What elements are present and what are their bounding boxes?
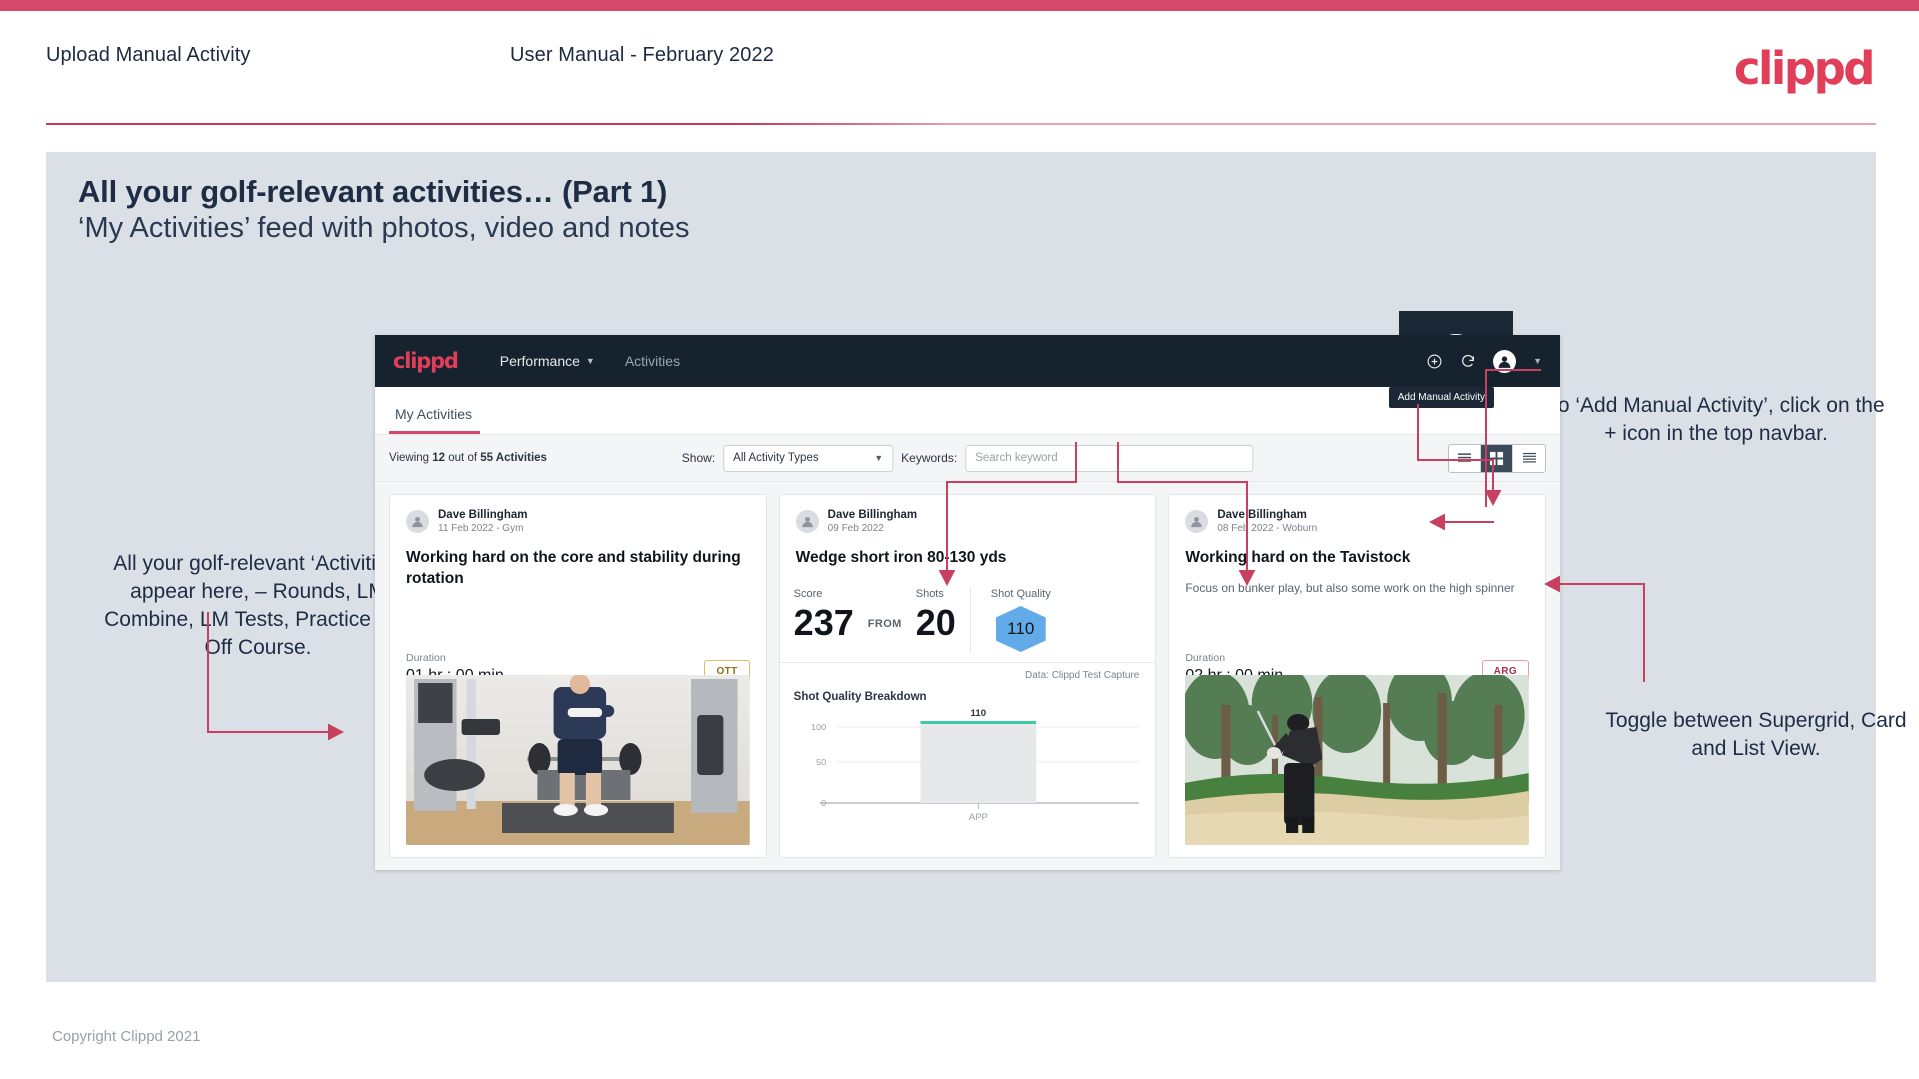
tab-my-activities[interactable]: My Activities [389,406,481,434]
card-user-name: Dave Billingham [1217,509,1307,521]
activity-card-grid: Dave Billingham 11 Feb 2022 - Gym Workin… [375,482,1560,870]
card-meta: 09 Feb 2022 [827,523,884,534]
card-title: Working hard on the core and stability d… [406,549,741,587]
shot-quality-breakdown-chart: Shot Quality Breakdown 110 100 50 0 APP [780,681,1156,830]
card-user-name: Dave Billingham [827,509,918,521]
search-input[interactable]: Search keyword [965,444,1254,472]
page-title: All your golf-relevant activities… (Part… [78,174,668,209]
app-logo[interactable]: clippd [393,349,459,373]
compact-list-view-icon[interactable] [1513,445,1545,472]
activity-card[interactable]: Dave Billingham 08 Feb 2022 - Woburn Wor… [1168,494,1547,858]
duration-label: Duration [1185,652,1226,664]
metric-divider [969,588,971,652]
golf-bunker-photo[interactable] [1185,675,1530,845]
copyright-footer: Copyright Clippd 2021 [52,1028,201,1045]
bar-data-label: 110 [970,708,986,718]
card-header: Dave Billingham 09 Feb 2022 [780,495,1156,535]
svg-text:100: 100 [811,722,826,732]
page-subtitle: ‘My Activities’ feed with photos, video … [78,212,690,244]
tooltip-add-manual-activity: Add Manual Activity [1388,387,1494,408]
score-metric: Score 237 [794,588,854,644]
list-view-icon[interactable] [1449,444,1481,472]
card-note: Focus on bunker play, but also some work… [1185,581,1515,595]
from-label: FROM [867,618,902,630]
activity-card[interactable]: Dave Billingham 09 Feb 2022 Wedge short … [778,494,1157,858]
shot-quality-label: Shot Quality [990,588,1051,600]
bar-chart: 110 100 50 0 APP [811,708,1139,822]
app-tabs: My Activities [375,387,1560,435]
shot-quality-hexagon: 110 [995,606,1046,652]
filter-bar: Viewing 12 out of 55 Activities Show: Al… [375,435,1560,482]
card-header: Dave Billingham 11 Feb 2022 - Gym [390,495,766,535]
grid-view-icon[interactable] [1481,444,1513,472]
chevron-down-icon[interactable]: ▼ [1533,356,1542,366]
avatar [406,510,429,533]
viewing-total: 55 Activities [480,452,547,464]
search-input-placeholder: Search keyword [975,452,1058,464]
card-meta: 11 Feb 2022 - Gym [438,523,524,534]
shots-label: Shots [915,588,944,600]
svg-text:0: 0 [821,798,826,808]
svg-text:50: 50 [816,757,826,767]
chart-title: Shot Quality Breakdown [793,691,927,703]
viewing-prefix: Viewing [389,452,433,464]
annotation-add-manual: To ‘Add Manual Activity’, click on the +… [1547,394,1885,445]
app-screenshot: clippd Performance ▼ Activities ▼ Add Ma… [375,335,1560,870]
score-value: 237 [793,602,854,643]
viewing-count: 12 [432,452,446,464]
slide-body: All your golf-relevant activities… (Part… [46,152,1907,982]
activity-card[interactable]: Dave Billingham 11 Feb 2022 - Gym Workin… [389,494,767,858]
activity-type-select[interactable]: All Activity Types ▼ [723,444,894,472]
app-navbar: clippd Performance ▼ Activities ▼ Add Ma… [375,335,1560,408]
refresh-icon[interactable] [1460,353,1476,369]
view-toggle-group [1448,443,1546,473]
shot-quality-metric: Shot Quality 110 [991,588,1051,652]
nav-item-activities-label: Activities [624,353,681,369]
card-title: Wedge short iron 80-130 yds [795,549,1007,566]
navbar-actions: ▼ [1426,349,1542,373]
slide-top-accent-bar [0,0,1919,11]
viewing-count-text: Viewing 12 out of 55 Activities [389,452,547,464]
card-header: Dave Billingham 08 Feb 2022 - Woburn [1169,495,1545,535]
account-avatar-icon[interactable] [1493,349,1517,373]
card-user-name: Dave Billingham [438,509,528,521]
nav-item-performance-label: Performance [499,353,580,369]
avatar [795,510,819,533]
viewing-middle: out of [445,452,481,464]
score-label: Score [793,588,823,600]
card-metrics: Score 237 FROM Shots 20 Shot Quality 110 [780,568,1156,652]
plus-circle-icon[interactable] [1426,353,1443,370]
duration-label: Duration [406,652,446,664]
keywords-label: Keywords: [901,451,958,465]
card-meta: 08 Feb 2022 - Woburn [1217,523,1318,534]
show-label: Show: [681,451,716,465]
slide-header-title: User Manual - February 2022 [510,44,774,66]
nav-item-performance[interactable]: Performance ▼ [500,353,595,369]
shots-value: 20 [915,602,956,643]
avatar [1185,510,1209,533]
chevron-down-icon: ▼ [585,356,595,366]
card-title: Working hard on the Tavistock [1185,549,1411,566]
clippd-logo: clippd [1733,42,1876,95]
filter-controls: Show: All Activity Types ▼ Keywords: Sea… [681,444,1254,472]
data-source-text: Data: Clippd Test Capture [779,662,1156,681]
activity-type-value: All Activity Types [733,452,819,464]
nav-item-activities[interactable]: Activities [625,353,680,369]
chevron-down-icon: ▼ [874,453,884,463]
header-divider [46,123,1876,125]
slide-header-left: Upload Manual Activity [46,44,251,66]
annotation-toggle-views: Toggle between Supergrid, Card and List … [1605,709,1907,760]
bar-category-label: APP [968,812,987,822]
shots-metric: Shots 20 [916,588,956,644]
gym-workout-photo[interactable] [406,675,750,845]
